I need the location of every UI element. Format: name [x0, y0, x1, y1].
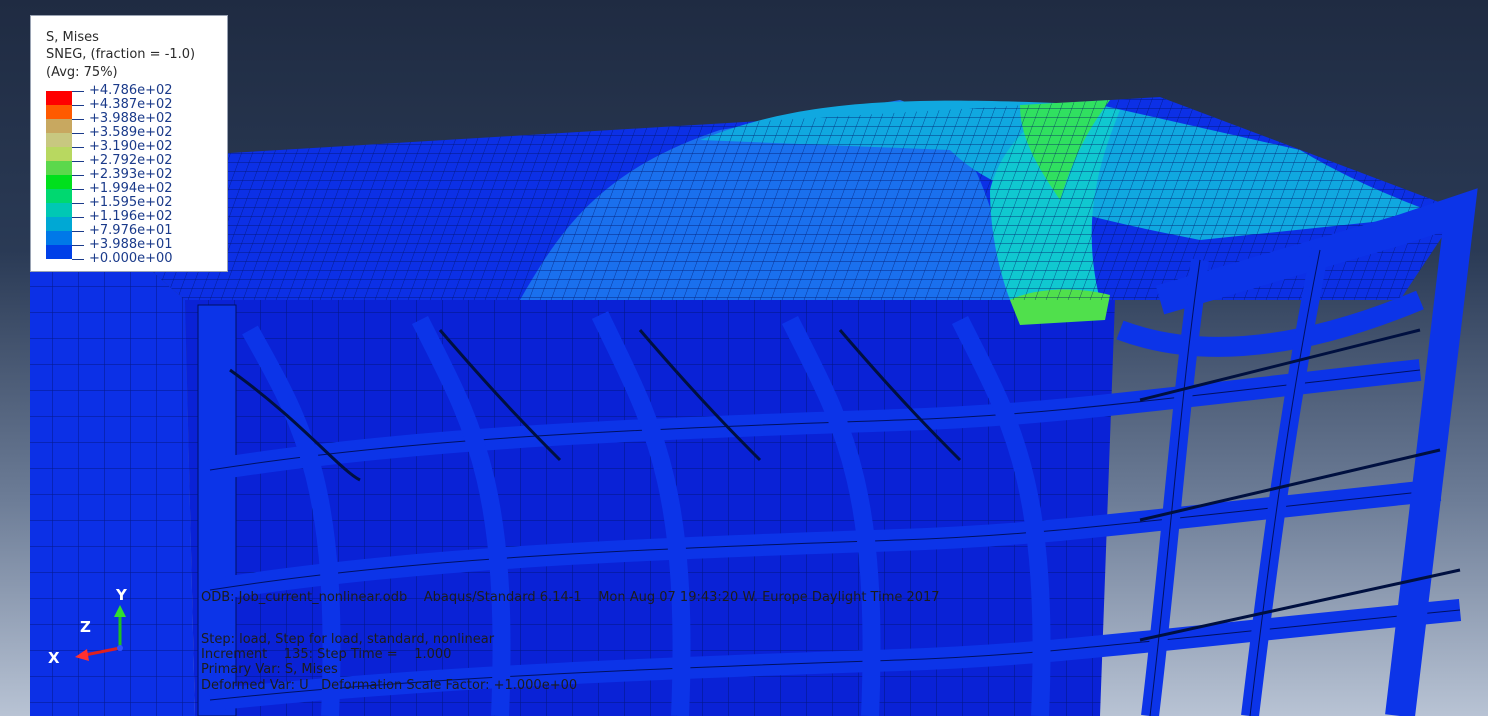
legend-tick — [72, 175, 84, 176]
contour-legend: S, Mises SNEG, (fraction = -1.0) (Avg: 7… — [30, 15, 228, 272]
triad-x-label: X — [48, 649, 60, 667]
slab-top-surface — [30, 97, 1460, 325]
deformed-var-line: Deformed Var: U Deformation Scale Factor… — [201, 678, 578, 693]
legend-swatch — [46, 161, 72, 175]
legend-tick — [72, 133, 84, 134]
increment-info-line: Increment 135: Step Time = 1.000 — [201, 647, 452, 662]
z-axis-dot — [117, 645, 123, 651]
legend-value: +2.393e+02 — [89, 167, 173, 182]
legend-value: +1.595e+02 — [89, 195, 173, 210]
legend-swatch — [46, 119, 72, 133]
legend-tick — [72, 203, 84, 204]
legend-tick — [72, 259, 84, 260]
legend-swatch — [46, 189, 72, 203]
legend-swatch — [46, 245, 72, 259]
legend-title: S, Mises — [46, 30, 99, 45]
odb-info-line: ODB: Job_current_nonlinear.odb Abaqus/St… — [201, 590, 940, 605]
legend-tick — [72, 91, 84, 92]
legend-swatch — [46, 203, 72, 217]
legend-value: +7.976e+01 — [89, 223, 173, 238]
legend-swatch — [46, 175, 72, 189]
legend-value: +3.190e+02 — [89, 139, 173, 154]
legend-tick — [72, 161, 84, 162]
legend-tick — [72, 189, 84, 190]
legend-tick — [72, 231, 84, 232]
legend-value: +0.000e+00 — [89, 251, 173, 266]
legend-value: +1.196e+02 — [89, 209, 173, 224]
legend-swatch — [46, 105, 72, 119]
legend-tick — [72, 147, 84, 148]
legend-value: +4.387e+02 — [89, 97, 173, 112]
legend-tick — [72, 245, 84, 246]
legend-swatch — [46, 91, 72, 105]
legend-avg: (Avg: 75%) — [46, 65, 118, 80]
legend-value: +2.792e+02 — [89, 153, 173, 168]
legend-value: +3.988e+02 — [89, 111, 173, 126]
primary-var-line: Primary Var: S, Mises — [201, 662, 338, 677]
triad-z-label: Z — [80, 618, 91, 636]
axis-triad — [75, 605, 126, 661]
triad-y-label: Y — [116, 586, 127, 604]
legend-tick — [72, 217, 84, 218]
step-info-line: Step: load, Step for load, standard, non… — [201, 632, 495, 647]
legend-value: +1.994e+02 — [89, 181, 173, 196]
legend-swatch — [46, 133, 72, 147]
legend-tick — [72, 105, 84, 106]
legend-tick — [72, 119, 84, 120]
legend-swatch — [46, 217, 72, 231]
legend-swatch — [46, 147, 72, 161]
x-axis-arrow — [84, 646, 121, 657]
legend-value: +3.988e+01 — [89, 237, 173, 252]
legend-value: +3.589e+02 — [89, 125, 173, 140]
legend-swatch — [46, 231, 72, 245]
legend-value: +4.786e+02 — [89, 83, 173, 98]
legend-subtitle: SNEG, (fraction = -1.0) — [46, 47, 196, 62]
